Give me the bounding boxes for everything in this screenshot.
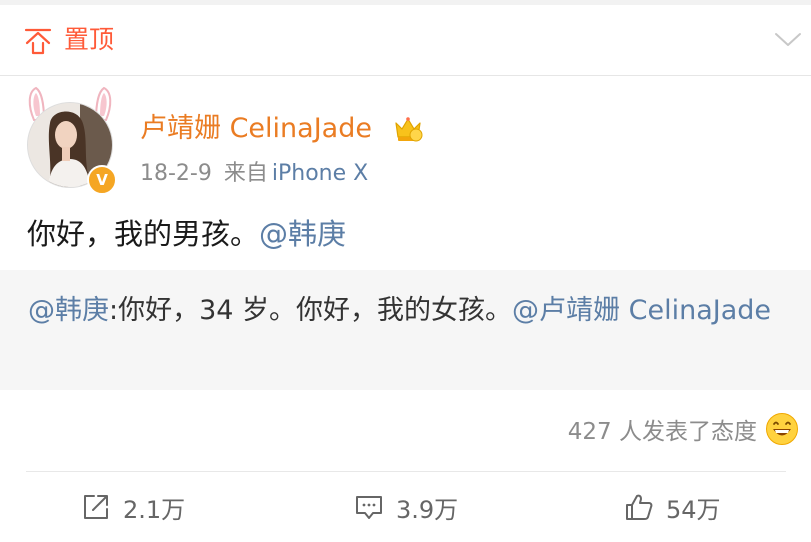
share-icon <box>84 495 108 519</box>
avatar[interactable]: V <box>18 86 122 196</box>
author-name[interactable]: 卢靖姗 CelinaJade <box>140 112 372 146</box>
repost-mention-link[interactable]: @卢靖姗 CelinaJade <box>512 295 771 326</box>
laughing-emoji-icon <box>766 413 798 445</box>
post-meta: 18-2-9 来自 iPhone X <box>140 159 368 189</box>
pinned-label: 置顶 <box>64 25 115 54</box>
crown-badge-icon[interactable] <box>392 113 424 145</box>
divider <box>0 75 811 76</box>
pinned-header: 置顶 <box>0 5 811 76</box>
repost-author-link[interactable]: @韩庚 <box>28 295 109 326</box>
comment-icon <box>356 496 382 519</box>
repost-body: @韩庚:你好，34 岁。你好，我的女孩。@卢靖姗 CelinaJade <box>28 289 788 333</box>
thumbs-up-icon <box>626 494 653 520</box>
repost-text: :你好，34 岁。你好，我的女孩。 <box>109 295 513 326</box>
pin-top-icon <box>24 28 52 55</box>
weibo-post-card: 置顶 V 卢靖姗 CelinaJade 18-2-9 来自 iPhone X 你… <box>0 0 811 542</box>
like-button[interactable]: 54万 <box>624 489 721 525</box>
reaction-summary[interactable]: 427 人发表了态度 <box>568 410 799 448</box>
like-count: 54万 <box>666 495 721 524</box>
reaction-count-text: 427 人发表了态度 <box>567 419 757 445</box>
comment-button[interactable]: 3.9万 <box>354 489 458 525</box>
repost-count: 2.1万 <box>123 495 186 524</box>
comment-count: 3.9万 <box>396 495 459 524</box>
repost-block[interactable]: @韩庚:你好，34 岁。你好，我的女孩。@卢靖姗 CelinaJade <box>0 270 811 390</box>
divider <box>26 471 786 472</box>
post-body: 你好，我的男孩。@韩庚 <box>27 214 346 254</box>
post-device-link[interactable]: iPhone X <box>272 161 368 186</box>
verified-badge-icon: V <box>87 165 117 195</box>
post-timestamp: 18-2-9 <box>140 161 212 186</box>
repost-button[interactable]: 2.1万 <box>81 489 185 525</box>
mention-link[interactable]: @韩庚 <box>259 217 346 251</box>
post-source-label: 来自 <box>223 161 268 186</box>
chevron-down-icon[interactable] <box>774 29 802 49</box>
post-text: 你好，我的男孩。 <box>27 217 260 251</box>
